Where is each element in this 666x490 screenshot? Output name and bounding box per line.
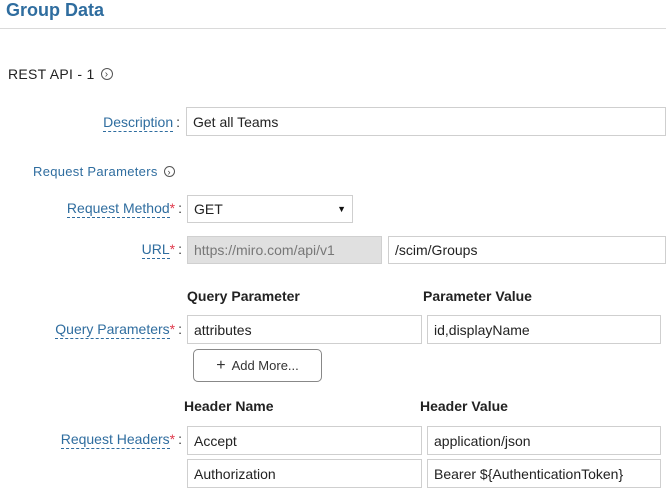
header-name-input[interactable]: Authorization bbox=[187, 459, 422, 488]
plus-icon: + bbox=[216, 356, 226, 374]
header-name-column-header: Header Name bbox=[184, 398, 274, 414]
caret-down-icon: ▼ bbox=[337, 204, 346, 214]
page-title: Group Data bbox=[6, 0, 105, 20]
query-parameter-input[interactable]: attributes bbox=[187, 315, 422, 344]
header-value-input[interactable]: application/json bbox=[427, 426, 661, 455]
query-parameters-label-text[interactable]: Query Parameters bbox=[55, 321, 170, 339]
description-input[interactable]: Get all Teams bbox=[186, 107, 666, 136]
request-parameters-label: Request Parameters bbox=[33, 164, 158, 179]
title-divider bbox=[0, 28, 666, 29]
description-label-text[interactable]: Description bbox=[103, 114, 174, 132]
request-headers-label: Request Headers*: bbox=[60, 431, 182, 449]
add-more-label: Add More... bbox=[231, 358, 299, 373]
request-method-select[interactable]: GET ▼ bbox=[187, 195, 353, 223]
chevron-circle-right-icon[interactable]: › bbox=[100, 68, 113, 80]
section-label: REST API - 1 bbox=[8, 66, 95, 82]
request-parameters-header: Request Parameters › bbox=[33, 164, 175, 179]
query-parameters-label: Query Parameters*: bbox=[55, 321, 182, 339]
parameter-value-input[interactable]: id,displayName bbox=[427, 315, 661, 344]
chevron-circle-right-icon[interactable]: › bbox=[163, 166, 175, 177]
add-more-button[interactable]: + Add More... bbox=[193, 349, 322, 382]
request-headers-label-text[interactable]: Request Headers bbox=[60, 431, 170, 449]
section-header: REST API - 1 › bbox=[8, 66, 113, 82]
description-label: Description: bbox=[103, 114, 180, 132]
header-value-input[interactable]: Bearer ${AuthenticationToken} bbox=[427, 459, 661, 488]
header-name-input[interactable]: Accept bbox=[187, 426, 422, 455]
url-path-input[interactable]: /scim/Groups bbox=[388, 236, 666, 264]
request-method-label-text[interactable]: Request Method bbox=[66, 200, 170, 218]
url-base-field: https://miro.com/api/v1 bbox=[187, 236, 382, 264]
request-method-value: GET bbox=[194, 201, 223, 217]
url-label: URL*: bbox=[141, 241, 182, 259]
request-method-label: Request Method*: bbox=[66, 200, 182, 218]
url-label-text[interactable]: URL bbox=[141, 241, 170, 259]
parameter-value-column-header: Parameter Value bbox=[423, 288, 532, 304]
query-parameter-column-header: Query Parameter bbox=[187, 288, 300, 304]
header-value-column-header: Header Value bbox=[420, 398, 508, 414]
